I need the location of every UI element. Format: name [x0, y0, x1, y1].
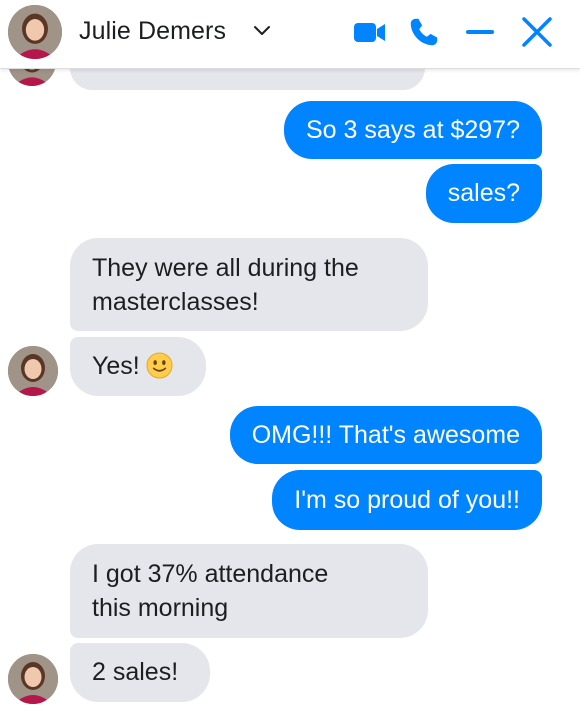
message-bubble-incoming[interactable]: They were all during the masterclasses! — [70, 238, 428, 331]
chat-header: Julie Demers — [0, 0, 580, 69]
avatar — [8, 654, 58, 704]
chevron-down-icon[interactable] — [253, 25, 271, 37]
message-bubble-incoming[interactable]: I got 37% attendance this morning — [70, 544, 428, 638]
message-text: Yes! — [92, 352, 140, 380]
message-text: So 3 says at $297? — [305, 116, 520, 144]
avatar[interactable] — [8, 5, 62, 59]
message-thread[interactable]: So 3 says at $297? sales? They were all … — [0, 0, 580, 722]
message-text-line: this morning — [92, 594, 229, 622]
message-bubble-outgoing[interactable]: sales? — [425, 164, 542, 223]
phone-call-icon[interactable] — [407, 14, 441, 50]
message-bubble-outgoing[interactable]: OMG!!! That's awesome — [229, 406, 542, 464]
message-text: sales? — [447, 179, 520, 207]
message-text: OMG!!! That's awesome — [251, 421, 520, 449]
slightly-smiling-face-icon — [146, 352, 173, 379]
message-text-line: I got 37% attendance — [92, 560, 329, 588]
contact-name[interactable]: Julie Demers — [79, 17, 226, 46]
message-text: I'm so proud of you!! — [294, 486, 520, 514]
message-bubble-outgoing[interactable]: I'm so proud of you!! — [272, 470, 542, 530]
message-bubble-incoming[interactable]: Yes! — [70, 337, 206, 396]
video-call-icon[interactable] — [352, 14, 388, 50]
message-bubble-incoming[interactable]: 2 sales! — [70, 643, 210, 702]
message-bubble-outgoing[interactable]: So 3 says at $297? — [283, 101, 542, 159]
chat-window: So 3 says at $297? sales? They were all … — [0, 0, 580, 722]
message-text-line: They were all during the — [92, 254, 359, 282]
minimize-icon[interactable] — [464, 14, 496, 50]
message-text: 2 sales! — [92, 658, 179, 686]
close-icon[interactable] — [520, 14, 554, 50]
message-text-line: masterclasses! — [92, 288, 259, 316]
avatar — [8, 346, 58, 396]
